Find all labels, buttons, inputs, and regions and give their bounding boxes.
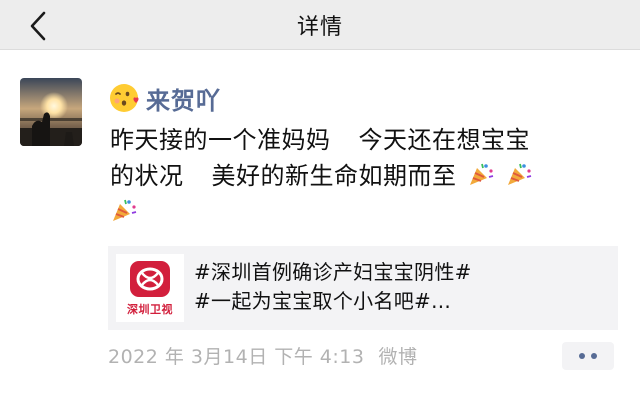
post-text: 昨天接的一个准妈妈 今天还在想宝宝 的状况 美好的新生命如期而至 — [110, 122, 610, 230]
sunset-photo-avatar — [20, 78, 82, 146]
post-text-segment: 美好的新生命如期而至 — [211, 162, 457, 190]
post-text-segment: 的状况 — [110, 162, 184, 190]
post-text-line-1: 昨天接的一个准妈妈 今天还在想宝宝 — [110, 122, 610, 158]
kissing-heart-emoji-icon — [110, 84, 139, 112]
post-text-line-3 — [110, 194, 610, 230]
shared-link-card[interactable]: 深圳卫视 #深圳首例确诊产妇宝宝阴性# #一起为宝宝取个小名吧#... — [108, 246, 618, 330]
card-title-line: #深圳首例确诊产妇宝宝阴性# — [194, 260, 472, 284]
post-text-line-2: 的状况 美好的新生命如期而至 — [110, 158, 610, 194]
more-actions-button[interactable] — [562, 342, 614, 370]
author-name-row[interactable]: 来贺吖 — [108, 80, 221, 116]
card-logo-text: 深圳卫视 — [127, 303, 173, 316]
card-title-line: #一起为宝宝取个小名吧#... — [194, 289, 452, 313]
moments-detail-page: 详情 来贺吖 昨天接的一个准妈妈 今天还在想宝宝 的状况 美好的新生命如期而至 … — [0, 0, 640, 409]
chevron-left-icon — [30, 11, 46, 41]
card-thumbnail: 深圳卫视 — [116, 254, 184, 322]
back-button[interactable] — [18, 6, 58, 46]
post-meta: 2022 年 3月14日 下午 4:13 微博 — [108, 342, 417, 368]
party-popper-icon — [507, 163, 531, 185]
post-text-segment: 今天还在想宝宝 — [358, 126, 530, 154]
page-title: 详情 — [296, 15, 343, 40]
top-nav-bar: 详情 — [0, 0, 640, 50]
author-name: 来贺吖 — [146, 86, 221, 115]
card-title: #深圳首例确诊产妇宝宝阴性# #一起为宝宝取个小名吧#... — [194, 258, 609, 316]
post-timestamp: 2022 年 3月14日 下午 4:13 — [108, 345, 365, 368]
party-popper-icon — [113, 199, 137, 221]
shenzhen-tv-logo-icon — [130, 261, 170, 297]
post-text-segment: 昨天接的一个准妈妈 — [110, 126, 331, 154]
party-popper-icon — [469, 163, 493, 185]
more-dots-icon — [579, 353, 585, 359]
more-dots-icon — [591, 353, 597, 359]
post-source: 微博 — [378, 345, 418, 368]
author-avatar[interactable] — [20, 78, 82, 146]
